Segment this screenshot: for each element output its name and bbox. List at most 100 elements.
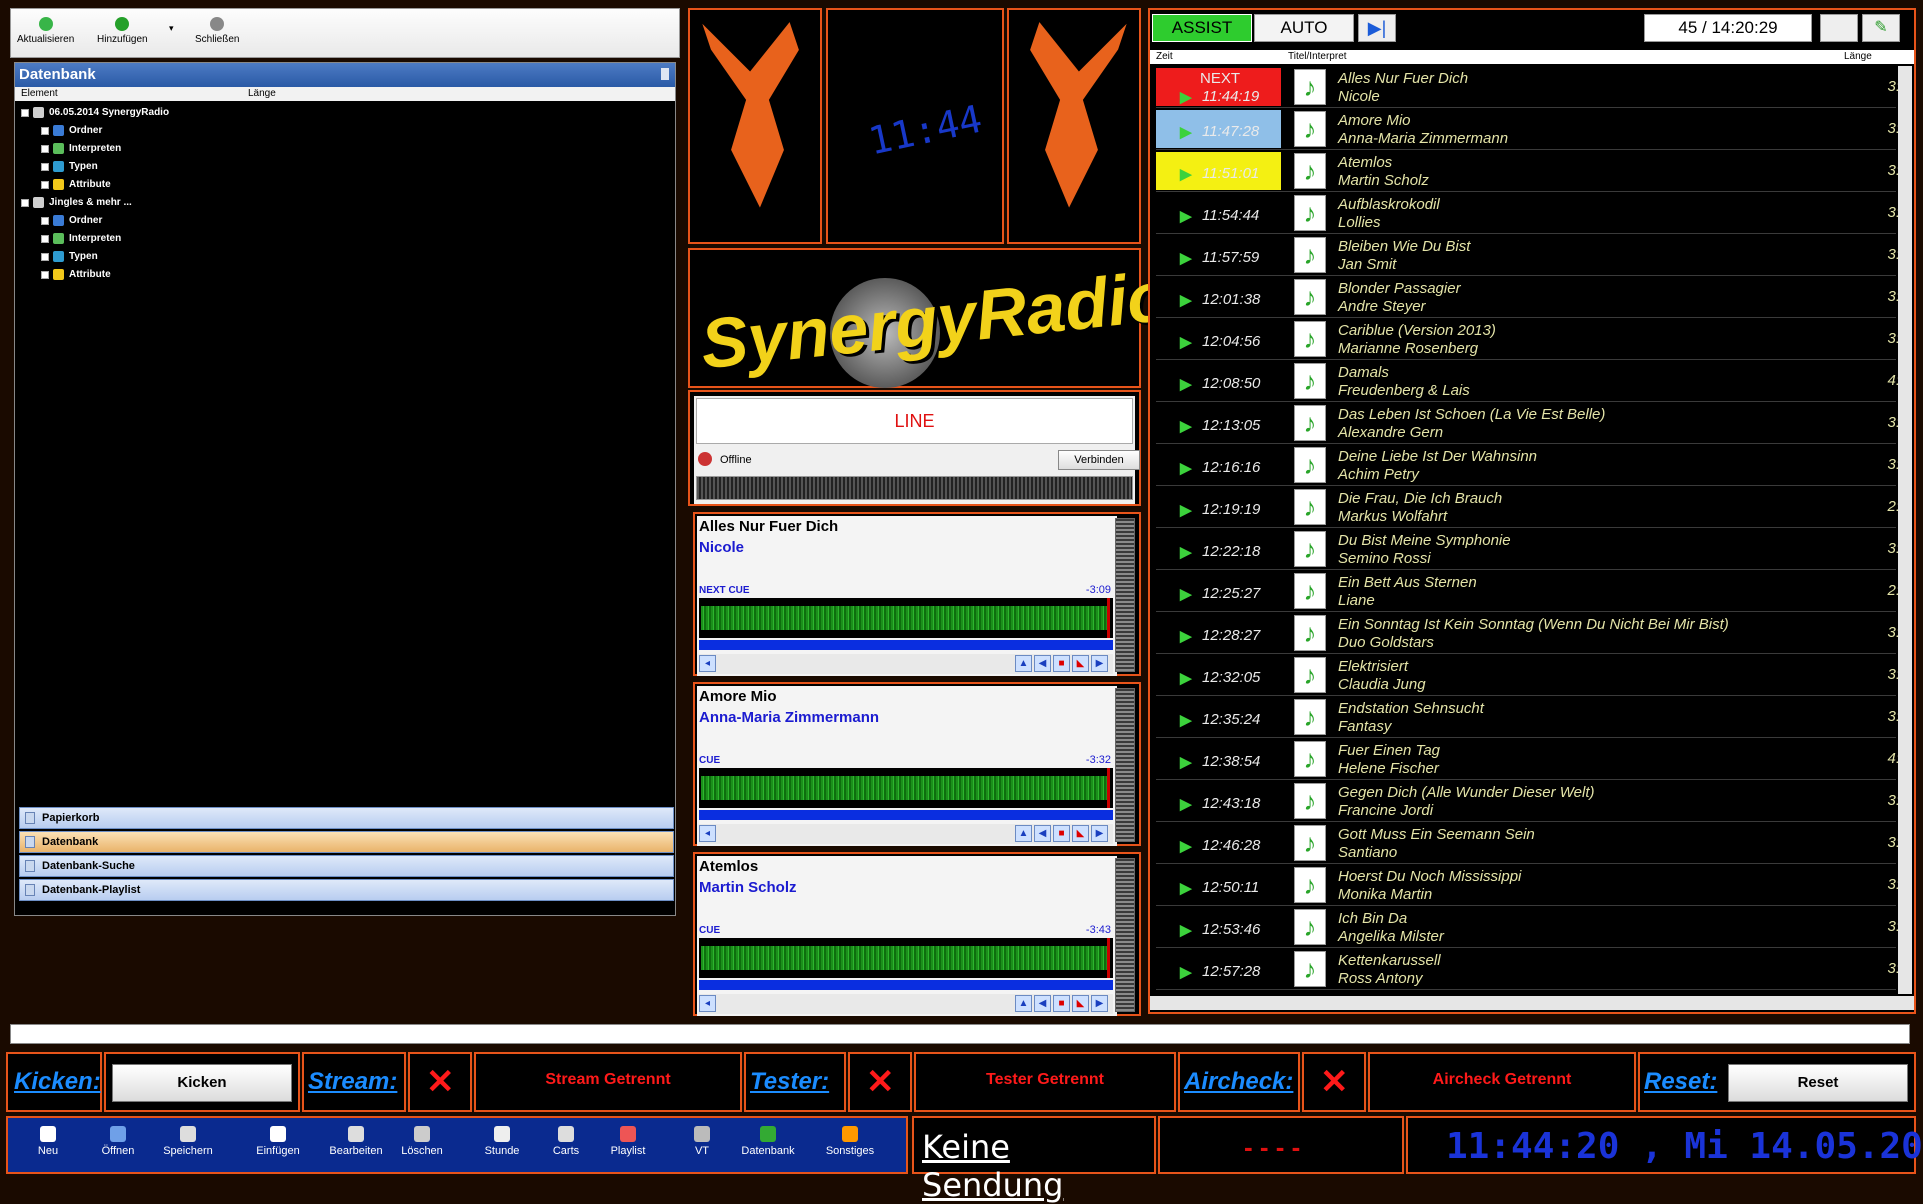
nav-database-playlist[interactable]: Datenbank-Playlist [19, 879, 674, 901]
reset-button[interactable]: Reset [1728, 1064, 1908, 1102]
expand-icon[interactable] [41, 270, 49, 279]
add-dropdown-arrow[interactable]: ▾ [169, 23, 174, 34]
tree-item[interactable]: Typen [41, 161, 98, 172]
playlist-row[interactable]: ▶ 12:28:27 ♪ Ein Sonntag Ist Kein Sonntag (… [1156, 612, 1900, 654]
deck-progress-bar[interactable] [699, 810, 1113, 820]
volume-icon[interactable]: ◂ [699, 655, 716, 672]
playlist-row[interactable]: ▶ 12:50:11 ♪ Hoerst Du Noch Mississippi Moni… [1156, 864, 1900, 906]
expand-icon[interactable] [41, 126, 49, 135]
database-icon[interactable] [1820, 14, 1858, 42]
tree-item[interactable]: Typen [41, 251, 98, 262]
toolbar-button-11[interactable]: Sonstiges [820, 1126, 880, 1157]
skip-icon[interactable]: ▶ [1091, 655, 1108, 672]
tester-link[interactable]: Tester: [750, 1068, 829, 1096]
volume-icon[interactable]: ◂ [699, 825, 716, 842]
toolbar-button-3[interactable]: Einfügen [248, 1126, 308, 1157]
playlist-horizontal-scrollbar[interactable] [1150, 996, 1914, 1010]
playlist-row[interactable]: ▶ 12:53:46 ♪ Ich Bin Da Angelika Milster 3: [1156, 906, 1900, 948]
playlist-row[interactable]: ▶ 12:16:16 ♪ Deine Liebe Ist Der Wahnsinn Ac… [1156, 444, 1900, 486]
fade-icon[interactable]: ◣ [1072, 655, 1089, 672]
playlist-row[interactable]: ▶ 12:35:24 ♪ Endstation Sehnsucht Fantasy 3: [1156, 696, 1900, 738]
skip-icon[interactable]: ▶ [1091, 825, 1108, 842]
playlist-row[interactable]: ▶ 12:46:28 ♪ Gott Muss Ein Seemann Sein Sant… [1156, 822, 1900, 864]
playlist-row[interactable]: ▶ 11:51:01 ♪ Atemlos Martin Scholz 3: [1156, 150, 1900, 192]
expand-icon[interactable] [41, 216, 49, 225]
stop-icon[interactable]: ■ [1053, 655, 1070, 672]
tree-item[interactable]: Ordner [41, 215, 102, 226]
auto-mode-button[interactable]: AUTO [1254, 14, 1354, 42]
expand-icon[interactable] [41, 180, 49, 189]
nav-trash[interactable]: Papierkorb [19, 807, 674, 829]
expand-icon[interactable] [21, 198, 29, 207]
playlist-row[interactable]: ▶ 12:57:28 ♪ Kettenkarussell Ross Antony 3: [1156, 948, 1900, 990]
deck-progress-bar[interactable] [699, 980, 1113, 990]
play-icon[interactable]: ◀ [1034, 825, 1051, 842]
tree-item[interactable]: Interpreten [41, 233, 121, 244]
add-button[interactable]: Hinzufügen [97, 17, 148, 45]
playlist-row[interactable]: ▶ 12:19:19 ♪ Die Frau, Die Ich Brauch Markus… [1156, 486, 1900, 528]
expand-icon[interactable] [41, 162, 49, 171]
toolbar-button-5[interactable]: Löschen [392, 1126, 452, 1157]
playlist-row[interactable]: ▶ 12:25:27 ♪ Ein Bett Aus Sternen Liane 2: [1156, 570, 1900, 612]
toolbar-button-7[interactable]: Carts [536, 1126, 596, 1157]
waveform[interactable] [699, 768, 1113, 808]
assist-mode-button[interactable]: ASSIST [1152, 14, 1252, 42]
toolbar-button-1[interactable]: Öffnen [88, 1126, 148, 1157]
column-length[interactable]: Länge [248, 88, 276, 99]
up-icon[interactable]: ▲ [1015, 655, 1032, 672]
expand-icon[interactable] [41, 252, 49, 261]
toolbar-button-8[interactable]: Playlist [598, 1126, 658, 1157]
playlist-row[interactable]: ▶ 12:22:18 ♪ Du Bist Meine Symphonie Semino … [1156, 528, 1900, 570]
playlist-row[interactable]: ▶ 12:13:05 ♪ Das Leben Ist Schoen (La Vie E… [1156, 402, 1900, 444]
column-element[interactable]: Element [21, 88, 58, 99]
tree-root-item[interactable]: Jingles & mehr ... [21, 197, 132, 208]
playlist-row[interactable]: ▶ 11:47:28 ♪ Amore Mio Anna-Maria Zimmermann… [1156, 108, 1900, 150]
playlist-row[interactable]: ▶ 11:54:44 ♪ Aufblaskrokodil Lollies 3: [1156, 192, 1900, 234]
pin-icon[interactable] [661, 68, 669, 80]
stop-icon[interactable]: ■ [1053, 825, 1070, 842]
deck-progress-bar[interactable] [699, 640, 1113, 650]
playlist-row[interactable]: ▶ NEXT 11:44:19 ♪ Alles Nur Fuer Dich Nicole 3… [1156, 66, 1900, 108]
waveform[interactable] [699, 598, 1113, 638]
playlist-row[interactable]: ▶ 12:38:54 ♪ Fuer Einen Tag Helene Fischer 4: [1156, 738, 1900, 780]
fade-icon[interactable]: ◣ [1072, 825, 1089, 842]
stream-link[interactable]: Stream: [308, 1068, 397, 1096]
tree-item[interactable]: Attribute [41, 179, 111, 190]
expand-icon[interactable] [21, 108, 29, 117]
column-time[interactable]: Zeit [1156, 51, 1173, 62]
fade-icon[interactable]: ◣ [1072, 995, 1089, 1012]
play-icon[interactable]: ◀ [1034, 655, 1051, 672]
up-icon[interactable]: ▲ [1015, 825, 1032, 842]
tree-root-item[interactable]: 06.05.2014 SynergyRadio [21, 107, 169, 118]
play-icon[interactable]: ◀ [1034, 995, 1051, 1012]
tree-item[interactable]: Attribute [41, 269, 111, 280]
toolbar-button-9[interactable]: VT [672, 1126, 732, 1157]
kicken-link[interactable]: Kicken: [14, 1068, 101, 1096]
volume-icon[interactable]: ◂ [699, 995, 716, 1012]
nav-database[interactable]: Datenbank [19, 831, 674, 853]
column-length[interactable]: Länge [1844, 51, 1872, 62]
toolbar-button-4[interactable]: Bearbeiten [326, 1126, 386, 1157]
toolbar-button-10[interactable]: Datenbank [738, 1126, 798, 1157]
playlist-row[interactable]: ▶ 12:01:38 ♪ Blonder Passagier Andre Steyer 3… [1156, 276, 1900, 318]
stop-icon[interactable]: ■ [1053, 995, 1070, 1012]
skip-icon[interactable]: ▶ [1091, 995, 1108, 1012]
connect-button[interactable]: Verbinden [1058, 450, 1140, 470]
playlist-row[interactable]: ▶ 12:08:50 ♪ Damals Freudenberg & Lais 4: [1156, 360, 1900, 402]
expand-icon[interactable] [41, 234, 49, 243]
toolbar-button-6[interactable]: Stunde [472, 1126, 532, 1157]
reset-link[interactable]: Reset: [1644, 1068, 1717, 1096]
aircheck-link[interactable]: Aircheck: [1184, 1068, 1293, 1096]
playlist-row[interactable]: ▶ 12:32:05 ♪ Elektrisiert Claudia Jung 3: [1156, 654, 1900, 696]
playlist-row[interactable]: ▶ 12:43:18 ♪ Gegen Dich (Alle Wunder Dieser… [1156, 780, 1900, 822]
nav-database-search[interactable]: Datenbank-Suche [19, 855, 674, 877]
kicken-button[interactable]: Kicken [112, 1064, 292, 1102]
playlist-vertical-scrollbar[interactable] [1898, 66, 1912, 994]
playlist-row[interactable]: ▶ 12:04:56 ♪ Cariblue (Version 2013) Mariann… [1156, 318, 1900, 360]
column-title[interactable]: Titel/Interpret [1288, 51, 1347, 62]
toolbar-button-2[interactable]: Speichern [158, 1126, 218, 1157]
tree-item[interactable]: Interpreten [41, 143, 121, 154]
waveform[interactable] [699, 938, 1113, 978]
skip-next-icon[interactable]: ▶| [1358, 14, 1396, 42]
refresh-button[interactable]: Aktualisieren [17, 17, 74, 45]
